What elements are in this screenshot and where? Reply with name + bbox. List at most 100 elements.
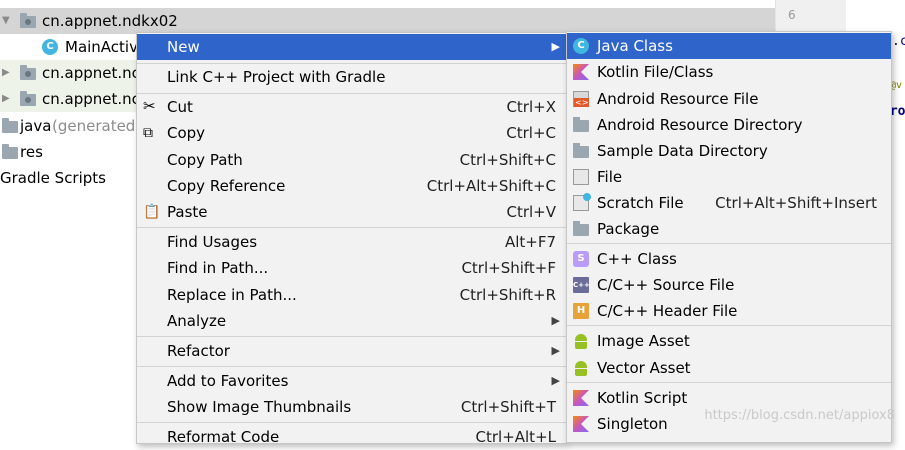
menu-separator bbox=[137, 227, 566, 228]
cpp-source-icon: C++ bbox=[573, 277, 590, 293]
menu-item-copy-reference[interactable]: Copy Reference Ctrl+Alt+Shift+C bbox=[137, 173, 566, 199]
menu-item-copy-path[interactable]: Copy Path Ctrl+Shift+C bbox=[137, 147, 566, 173]
package-icon bbox=[573, 221, 589, 236]
menu-item-paste[interactable]: 📋 Paste Ctrl+V bbox=[137, 199, 566, 225]
submenu-item-cpp-header-file[interactable]: H C/C++ Header File bbox=[567, 298, 891, 324]
menu-item-label: Cut bbox=[167, 98, 193, 116]
menu-item-copy[interactable]: ⧉ Copy Ctrl+C bbox=[137, 120, 566, 146]
submenu-item-package[interactable]: Package bbox=[567, 216, 891, 242]
android-icon bbox=[573, 360, 589, 376]
submenu-item-kotlin-file[interactable]: Kotlin File/Class bbox=[567, 59, 891, 85]
kotlin-script-icon bbox=[573, 390, 589, 406]
menu-item-shortcut: Ctrl+Shift+F bbox=[461, 259, 556, 277]
package-folder-icon bbox=[20, 65, 36, 80]
menu-item-add-to-favorites[interactable]: Add to Favorites ▶ bbox=[137, 368, 566, 394]
tree-row-package-3[interactable]: ▶ cn.appnet.nc bbox=[0, 86, 140, 112]
menu-item-label: C++ Class bbox=[597, 250, 677, 268]
context-menu: New ▶ Link C++ Project with Gradle ✂ Cut… bbox=[136, 32, 567, 446]
menu-item-shortcut: Ctrl+X bbox=[506, 98, 556, 116]
menu-item-label: Android Resource Directory bbox=[597, 116, 803, 134]
menu-item-label: Reformat Code bbox=[167, 428, 280, 446]
submenu-arrow-icon: ▶ bbox=[551, 40, 560, 53]
menu-item-label: Show Image Thumbnails bbox=[167, 398, 352, 416]
tree-row-label: cn.appnet.ndkx02 bbox=[42, 12, 178, 30]
menu-item-find-usages[interactable]: Find Usages Alt+F7 bbox=[137, 229, 566, 255]
submenu-item-vector-asset[interactable]: Vector Asset bbox=[567, 355, 891, 381]
menu-item-new[interactable]: New ▶ bbox=[137, 34, 566, 60]
menu-item-label: Kotlin Script bbox=[597, 389, 688, 407]
tree-row-label: res bbox=[20, 143, 43, 161]
menu-item-label: Copy Path bbox=[167, 151, 243, 169]
menu-item-reformat-code[interactable]: Reformat Code Ctrl+Alt+L bbox=[137, 424, 566, 450]
menu-item-refactor[interactable]: Refactor ▶ bbox=[137, 338, 566, 364]
submenu-item-android-resource-directory[interactable]: Android Resource Directory bbox=[567, 112, 891, 138]
menu-separator bbox=[567, 325, 891, 326]
package-folder-icon bbox=[20, 91, 36, 106]
submenu-item-file[interactable]: File bbox=[567, 164, 891, 190]
menu-item-label: Package bbox=[597, 220, 660, 238]
menu-separator bbox=[137, 366, 566, 367]
menu-item-label: Copy Reference bbox=[167, 177, 286, 195]
resource-file-icon bbox=[573, 91, 590, 107]
menu-item-label: Scratch File bbox=[597, 194, 684, 212]
menu-item-shortcut: Ctrl+Alt+Shift+Insert bbox=[715, 194, 877, 212]
menu-item-shortcut: Ctrl+Shift+C bbox=[459, 151, 556, 169]
kotlin-icon bbox=[573, 64, 589, 80]
scratch-file-icon bbox=[573, 193, 591, 211]
submenu-item-sample-data-directory[interactable]: Sample Data Directory bbox=[567, 138, 891, 164]
java-class-icon: C bbox=[573, 38, 589, 54]
tree-row-suffix: (generated) bbox=[52, 117, 142, 135]
submenu-item-cpp-source-file[interactable]: C++ C/C++ Source File bbox=[567, 272, 891, 298]
submenu-item-java-class[interactable]: C Java Class bbox=[567, 33, 891, 59]
menu-item-cut[interactable]: ✂ Cut Ctrl+X bbox=[137, 94, 566, 120]
tree-row-label: Gradle Scripts bbox=[0, 169, 106, 187]
menu-item-label: File bbox=[597, 168, 623, 186]
menu-item-show-image-thumbnails[interactable]: Show Image Thumbnails Ctrl+Shift+T bbox=[137, 394, 566, 420]
cpp-class-icon: S bbox=[573, 251, 589, 267]
menu-item-label: Paste bbox=[167, 203, 208, 221]
submenu-arrow-icon: ▶ bbox=[551, 314, 560, 327]
scissors-icon: ✂ bbox=[143, 97, 156, 115]
package-folder-icon bbox=[20, 13, 36, 28]
submenu-item-scratch-file[interactable]: Scratch File Ctrl+Alt+Shift+Insert bbox=[567, 190, 891, 216]
expand-arrow-icon[interactable]: ▶ bbox=[2, 60, 10, 86]
expand-arrow-icon[interactable]: ▼ bbox=[2, 8, 10, 34]
menu-item-label: Analyze bbox=[167, 312, 227, 330]
submenu-item-cpp-class[interactable]: S C++ Class bbox=[567, 246, 891, 272]
file-icon bbox=[573, 169, 589, 185]
menu-item-label: New bbox=[167, 38, 200, 56]
menu-item-label: Kotlin File/Class bbox=[597, 63, 714, 81]
folder-icon bbox=[573, 143, 589, 158]
menu-item-shortcut: Alt+F7 bbox=[504, 233, 556, 251]
folder-icon bbox=[573, 117, 589, 132]
menu-item-find-in-path[interactable]: Find in Path... Ctrl+Shift+F bbox=[137, 255, 566, 281]
new-submenu: C Java Class Kotlin File/Class Android R… bbox=[566, 31, 892, 443]
menu-item-label: Java Class bbox=[597, 37, 673, 55]
menu-item-label: Find in Path... bbox=[167, 259, 269, 277]
menu-item-label: C/C++ Header File bbox=[597, 302, 738, 320]
tree-row-label: cn.appnet.nc bbox=[42, 90, 140, 108]
submenu-item-android-resource-file[interactable]: Android Resource File bbox=[567, 86, 891, 112]
submenu-item-image-asset[interactable]: Image Asset bbox=[567, 328, 891, 354]
menu-item-link-cpp-project[interactable]: Link C++ Project with Gradle bbox=[137, 64, 566, 90]
tree-row-label: cn.appnet.nc bbox=[42, 64, 140, 82]
menu-item-shortcut: Ctrl+Shift+R bbox=[459, 286, 556, 304]
menu-item-label: Image Asset bbox=[597, 332, 690, 350]
java-class-icon: C bbox=[42, 39, 58, 55]
menu-item-replace-in-path[interactable]: Replace in Path... Ctrl+Shift+R bbox=[137, 282, 566, 308]
java-folder-icon bbox=[2, 118, 18, 133]
header-file-icon: H bbox=[573, 303, 589, 319]
menu-item-shortcut: Ctrl+Alt+Shift+C bbox=[426, 177, 556, 195]
singleton-icon bbox=[573, 416, 589, 432]
menu-item-label: Vector Asset bbox=[597, 359, 691, 377]
menu-item-analyze[interactable]: Analyze ▶ bbox=[137, 308, 566, 334]
menu-item-shortcut: Ctrl+V bbox=[506, 203, 556, 221]
menu-separator bbox=[137, 422, 566, 423]
expand-arrow-icon[interactable]: ▶ bbox=[2, 86, 10, 112]
menu-item-label: Replace in Path... bbox=[167, 286, 297, 304]
menu-item-label: Find Usages bbox=[167, 233, 258, 251]
menu-separator bbox=[567, 243, 891, 244]
menu-item-shortcut: Ctrl+Shift+T bbox=[460, 398, 556, 416]
menu-item-label: C/C++ Source File bbox=[597, 276, 735, 294]
tree-row-package-2[interactable]: ▶ cn.appnet.nc bbox=[0, 60, 140, 86]
